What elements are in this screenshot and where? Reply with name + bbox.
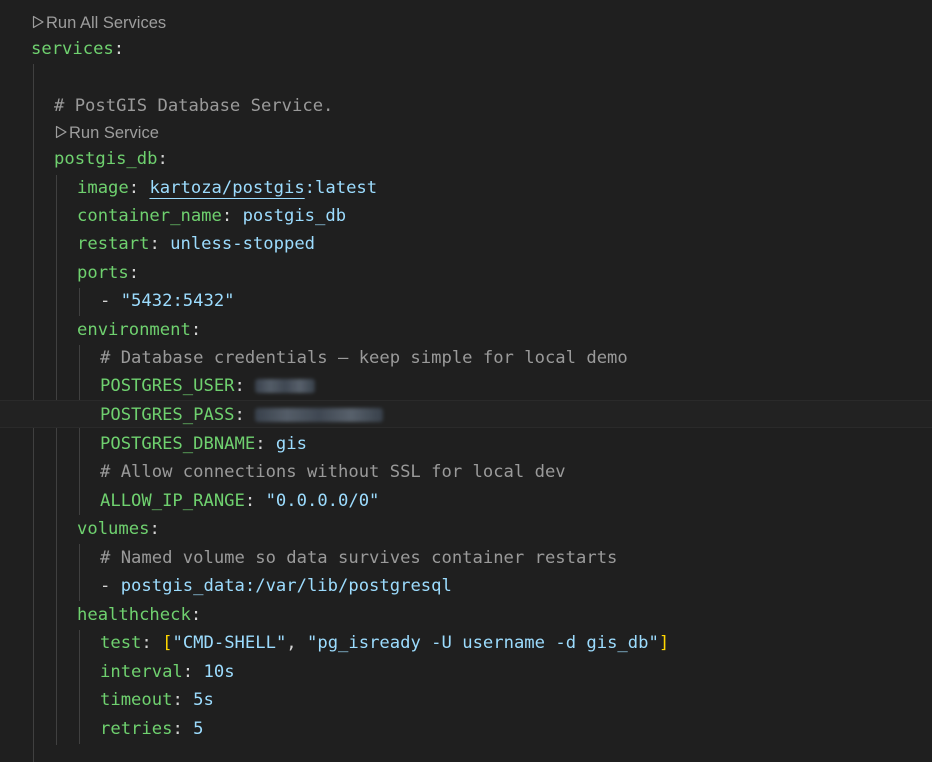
yaml-comment: # PostGIS Database Service. bbox=[54, 96, 334, 116]
yaml-value: 5 bbox=[193, 719, 204, 739]
yaml-value: 5s bbox=[193, 690, 214, 710]
yaml-key: POSTGRES_DBNAME bbox=[100, 434, 256, 454]
yaml-key: POSTGRES_PASS bbox=[100, 405, 235, 425]
yaml-comment: # Allow connections without SSL for loca… bbox=[100, 462, 566, 482]
run-service-label: Run Service bbox=[69, 124, 159, 142]
yaml-value: "5432:5432" bbox=[120, 291, 235, 311]
code-line: services: bbox=[31, 39, 125, 59]
yaml-key: retries bbox=[100, 719, 173, 739]
code-line: volumes: bbox=[77, 519, 160, 539]
yaml-value: postgis_data:/var/lib/postgresql bbox=[120, 576, 452, 596]
yaml-key: ALLOW_IP_RANGE bbox=[100, 491, 245, 511]
yaml-key: interval bbox=[100, 662, 183, 682]
code-line: test: ["CMD-SHELL", "pg_isready -U usern… bbox=[100, 633, 670, 653]
yaml-key: ports bbox=[77, 263, 129, 283]
yaml-key: timeout bbox=[100, 690, 173, 710]
code-line: # PostGIS Database Service. bbox=[0, 92, 932, 120]
run-all-services-label: Run All Services bbox=[46, 14, 167, 32]
code-line: POSTGRES_DBNAME: gis bbox=[100, 434, 307, 454]
code-line: postgis_db: bbox=[54, 149, 168, 169]
code-line: ports: bbox=[77, 263, 140, 283]
yaml-value: "CMD-SHELL" bbox=[172, 633, 287, 653]
yaml-key: healthcheck bbox=[77, 605, 191, 625]
code-line: healthcheck: bbox=[77, 605, 202, 625]
image-link[interactable]: kartoza/postgis bbox=[149, 178, 304, 198]
yaml-comment: # Named volume so data survives containe… bbox=[100, 548, 618, 568]
yaml-value: 10s bbox=[203, 662, 235, 682]
yaml-value: gis bbox=[275, 434, 307, 454]
yaml-key: container_name bbox=[77, 206, 222, 226]
code-line: interval: 10s bbox=[100, 662, 235, 682]
yaml-key: volumes bbox=[77, 519, 150, 539]
yaml-value: "0.0.0.0/0" bbox=[265, 491, 380, 511]
code-line: - "5432:5432" bbox=[100, 291, 235, 311]
code-line: - postgis_data:/var/lib/postgresql bbox=[100, 576, 452, 596]
yaml-value: :latest bbox=[304, 178, 378, 198]
code-line: retries: 5 bbox=[100, 719, 204, 739]
code-line: timeout: 5s bbox=[100, 690, 214, 710]
code-line: environment: bbox=[77, 320, 202, 340]
yaml-key: services bbox=[31, 39, 114, 59]
code-line: # Allow connections without SSL for loca… bbox=[0, 458, 932, 486]
yaml-key: postgis_db bbox=[54, 149, 158, 169]
yaml-value: postgis_db bbox=[242, 206, 347, 226]
play-icon bbox=[32, 15, 44, 29]
run-service-codelens[interactable]: Run Service bbox=[54, 122, 159, 144]
run-all-services-codelens[interactable]: Run All Services bbox=[31, 12, 166, 34]
code-line: # Database credentials — keep simple for… bbox=[0, 344, 932, 372]
yaml-key: test bbox=[100, 633, 142, 653]
yaml-key: environment bbox=[77, 320, 191, 340]
play-icon bbox=[55, 125, 67, 139]
code-line: container_name: postgis_db bbox=[77, 206, 347, 226]
yaml-key: POSTGRES_USER bbox=[100, 376, 235, 396]
code-line-current: POSTGRES_PASS: bbox=[0, 400, 932, 428]
code-line: # Named volume so data survives containe… bbox=[0, 544, 932, 572]
redacted-value bbox=[255, 408, 384, 422]
code-line: ALLOW_IP_RANGE: "0.0.0.0/0" bbox=[100, 491, 380, 511]
yaml-comment: # Database credentials — keep simple for… bbox=[100, 348, 628, 368]
yaml-key: image bbox=[77, 178, 129, 198]
yaml-value: "pg_isready -U username -d gis_db" bbox=[307, 633, 659, 653]
code-line: POSTGRES_USER: bbox=[0, 372, 932, 400]
yaml-key: restart bbox=[77, 234, 150, 254]
code-line: restart: unless-stopped bbox=[77, 234, 316, 254]
code-line: image: kartoza/postgis:latest bbox=[77, 178, 378, 198]
code-editor[interactable]: Run All Services services: # PostGIS Dat… bbox=[0, 0, 932, 762]
yaml-value: unless-stopped bbox=[170, 234, 316, 254]
redacted-value bbox=[255, 379, 316, 393]
